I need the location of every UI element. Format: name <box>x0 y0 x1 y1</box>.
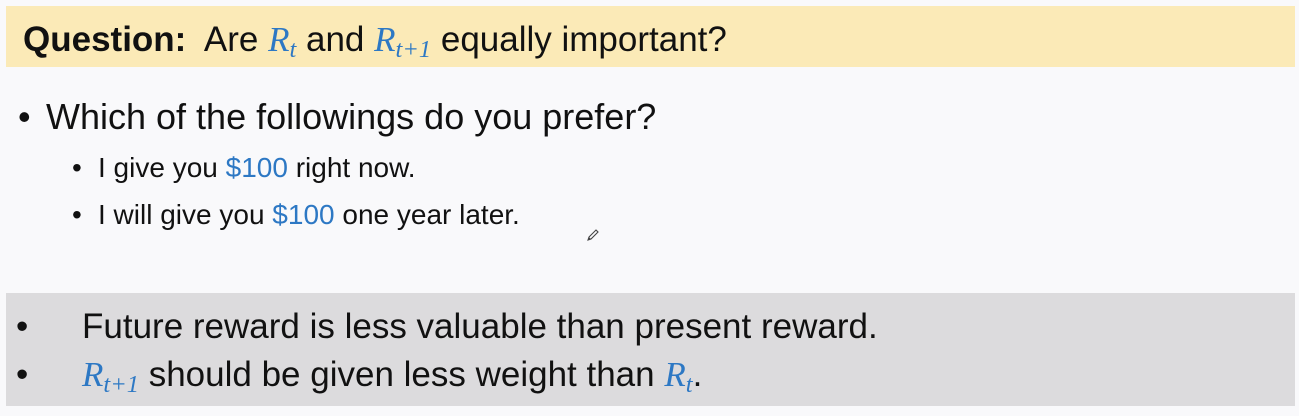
math-r-t-plus-1: Rt+1 <box>82 355 139 399</box>
main-bullet: • Which of the followings do you prefer? <box>18 95 656 139</box>
math-r-t: Rt <box>664 355 693 399</box>
bullet-dot: • <box>18 96 31 137</box>
bullet-dot: • <box>72 199 82 230</box>
question-after: equally important? <box>440 20 727 59</box>
question-before: Are <box>203 20 259 59</box>
conclusion-line-1: • Future reward is less valuable than pre… <box>16 307 878 346</box>
option-1: • I give you $100 right now. <box>72 150 416 186</box>
math-r-t: Rt <box>268 20 297 64</box>
math-r-t-plus-1: Rt+1 <box>374 20 432 64</box>
amount: $100 <box>225 152 288 183</box>
bullet-dot: • <box>72 152 82 183</box>
pencil-cursor-icon <box>587 229 599 241</box>
bullet-dot: • <box>16 355 29 394</box>
bullet-dot: • <box>16 307 29 346</box>
question-text: Question: Are Rt and Rt+1 equally import… <box>23 18 727 62</box>
conclusion-line-2: • Rt+1 should be given less weight than R… <box>16 355 703 399</box>
question-banner: Question: Are Rt and Rt+1 equally import… <box>6 6 1295 67</box>
amount: $100 <box>272 199 335 230</box>
main-bullet-text: Which of the followings do you prefer? <box>46 96 657 137</box>
question-label: Question: <box>23 20 187 59</box>
option-2: • I will give you $100 one year later. <box>72 197 520 233</box>
question-middle: and <box>306 20 365 59</box>
